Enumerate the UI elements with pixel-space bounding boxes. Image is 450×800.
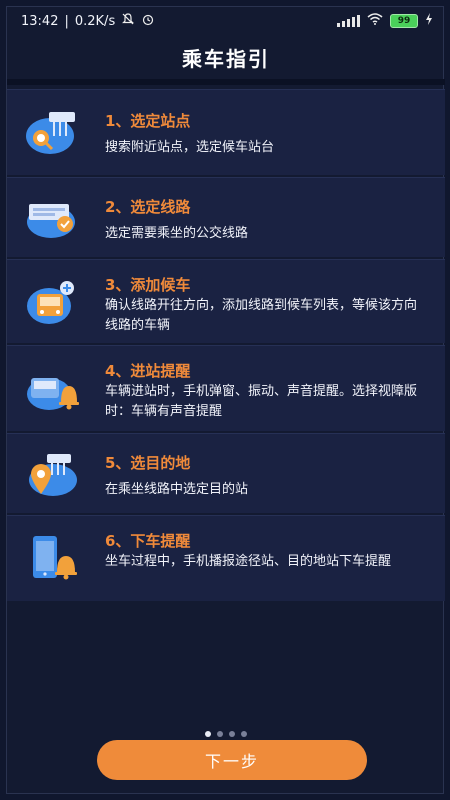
screen: 13:42 | 0.2K/s 99 乘车指引 1、选定站点 搜索附近站点，选定候… bbox=[6, 6, 445, 794]
battery-indicator: 99 bbox=[390, 14, 418, 28]
bus-add-icon bbox=[25, 278, 83, 326]
network-speed: 0.2K/s bbox=[74, 13, 116, 29]
step-description: 确认线路开往方向，添加线路到候车列表，等候该方向线路的车辆 bbox=[105, 298, 418, 333]
step-item: 3、添加候车 确认线路开往方向，添加线路到候车列表，等候该方向线路的车辆 bbox=[7, 259, 445, 343]
step-description: 搜索附近站点，选定候车站台 bbox=[105, 140, 275, 155]
signal-icon bbox=[337, 15, 360, 27]
phone-bell-icon bbox=[25, 534, 83, 582]
page-dot[interactable] bbox=[217, 731, 223, 737]
page-title: 乘车指引 bbox=[182, 47, 270, 71]
step-item: 2、选定线路 选定需要乘坐的公交线路 bbox=[7, 177, 445, 257]
wifi-icon bbox=[367, 13, 383, 29]
page-dot-active[interactable] bbox=[205, 731, 211, 737]
page-dot[interactable] bbox=[241, 731, 247, 737]
step-title: 6、下车提醒 bbox=[105, 532, 191, 550]
status-time: 13:42 bbox=[21, 13, 59, 29]
step-description: 车辆进站时，手机弹窗、振动、声音提醒。选择视障版时：车辆有声音提醒 bbox=[105, 384, 418, 419]
step-title: 2、选定线路 bbox=[105, 198, 191, 216]
status-divider: | bbox=[64, 13, 69, 29]
route-card-icon bbox=[25, 194, 83, 242]
arrival-bell-icon bbox=[25, 366, 83, 414]
page-indicator bbox=[7, 731, 445, 737]
step-title: 3、添加候车 bbox=[105, 276, 191, 294]
status-bar: 13:42 | 0.2K/s 99 bbox=[7, 7, 445, 35]
step-description: 在乘坐线路中选定目的站 bbox=[105, 482, 249, 497]
step-item: 4、进站提醒 车辆进站时，手机弹窗、振动、声音提醒。选择视障版时：车辆有声音提醒 bbox=[7, 345, 445, 431]
title-divider bbox=[7, 79, 445, 85]
step-title: 5、选目的地 bbox=[105, 454, 191, 472]
step-description: 选定需要乘坐的公交线路 bbox=[105, 226, 249, 241]
page-dot[interactable] bbox=[229, 731, 235, 737]
step-item: 6、下车提醒 坐车过程中，手机播报途径站、目的地站下车提醒 bbox=[7, 515, 445, 601]
step-title: 4、进站提醒 bbox=[105, 362, 191, 380]
station-search-icon bbox=[25, 108, 83, 156]
next-step-button[interactable]: 下一步 bbox=[97, 740, 367, 780]
step-title: 1、选定站点 bbox=[105, 112, 191, 130]
destination-pin-icon bbox=[25, 450, 83, 498]
step-item: 1、选定站点 搜索附近站点，选定候车站台 bbox=[7, 89, 445, 175]
charging-icon bbox=[425, 13, 433, 29]
alarm-icon bbox=[141, 12, 155, 30]
step-item: 5、选目的地 在乘坐线路中选定目的站 bbox=[7, 433, 445, 513]
mute-icon bbox=[121, 12, 135, 30]
step-description: 坐车过程中，手机播报途径站、目的地站下车提醒 bbox=[105, 554, 392, 569]
